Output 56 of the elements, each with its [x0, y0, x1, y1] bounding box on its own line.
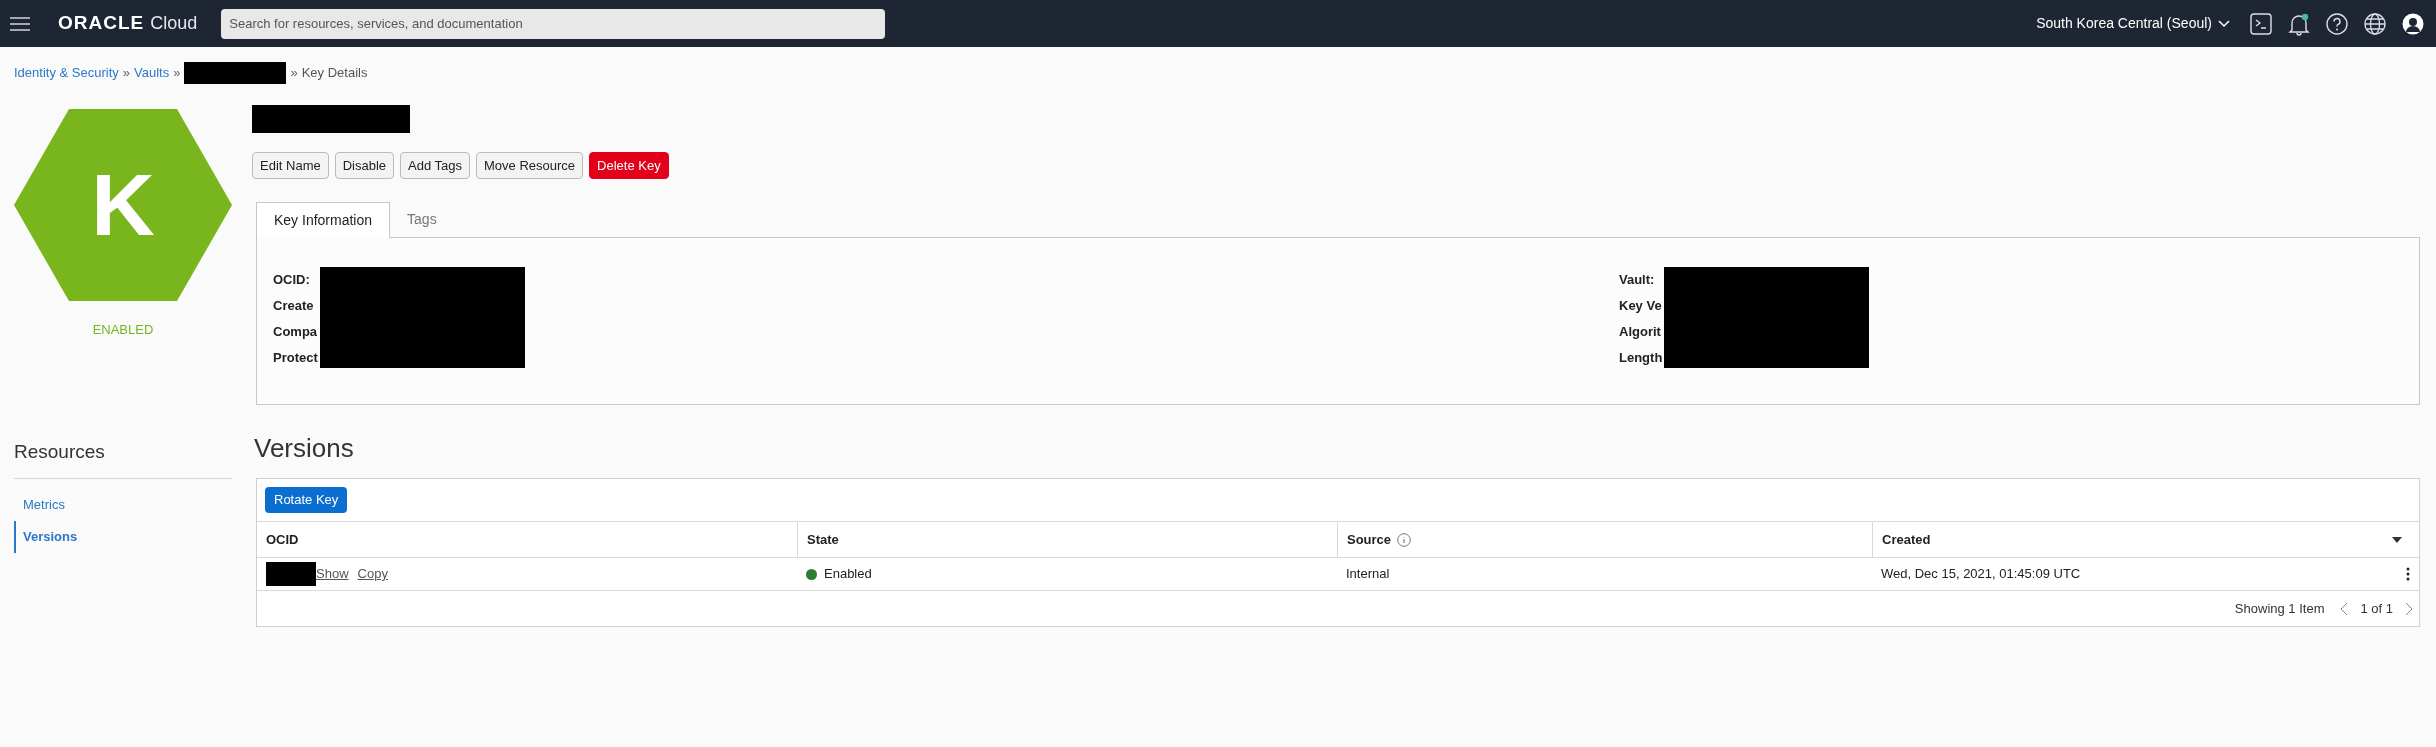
bell-icon[interactable] [2288, 11, 2310, 36]
resources-heading: Resources [14, 439, 106, 464]
sort-caret-icon[interactable] [2392, 536, 2402, 543]
info-label: Protect [273, 349, 318, 365]
breadcrumb-separator: » [173, 63, 181, 82]
tab[interactable]: Tags [390, 201, 454, 237]
rotate-key-button[interactable]: Rotate Key [265, 487, 348, 513]
action-button[interactable]: Add Tags [400, 152, 471, 179]
chevron-down-icon [2218, 19, 2230, 28]
info-label: Create [273, 297, 315, 313]
tab[interactable]: Key Information [256, 202, 391, 238]
info-icon[interactable] [1397, 532, 1412, 547]
info-label: Key Ve [1619, 297, 1663, 313]
breadcrumb-separator: » [122, 63, 130, 82]
column-header: State [797, 522, 1337, 557]
resource-link[interactable]: Metrics [14, 489, 232, 521]
item-count: Showing 1 Item [2234, 599, 2325, 618]
more-options-icon[interactable] [2406, 567, 2410, 581]
breadcrumb-link[interactable]: Identity & Security [14, 62, 119, 83]
action-button[interactable]: Move Resource [476, 152, 584, 179]
previous-page-icon[interactable] [2340, 601, 2349, 616]
info-label: Compa [273, 323, 318, 339]
breadcrumb-separator: » [290, 63, 298, 82]
column-header[interactable]: Created [1872, 522, 2419, 557]
info-label: Vault: [1619, 271, 1656, 287]
info-label: Algorit [1619, 323, 1662, 339]
action-button[interactable]: Delete Key [589, 152, 669, 179]
page-indicator: 1 of 1 [2360, 599, 2393, 618]
user-avatar-icon[interactable] [2402, 12, 2424, 35]
ocid-link[interactable]: Copy [357, 564, 388, 584]
terminal-icon[interactable] [2250, 12, 2272, 35]
next-page-icon[interactable] [2405, 601, 2413, 616]
help-icon[interactable] [2326, 12, 2348, 35]
search-field[interactable]: Search for resources, services, and documentation [221, 8, 886, 39]
globe-icon[interactable] [2364, 12, 2386, 35]
ocid-link[interactable]: Show [316, 564, 349, 584]
column-header: OCID [265, 530, 300, 549]
breadcrumb-current: Key Details [301, 63, 368, 82]
resource-link[interactable]: Versions [14, 521, 232, 553]
action-button[interactable]: Edit Name [252, 152, 329, 179]
info-label: Length [1619, 349, 1663, 365]
action-button[interactable]: Disable [334, 152, 395, 179]
versions-heading: Versions [254, 432, 355, 465]
breadcrumb-link[interactable]: Vaults [134, 62, 170, 83]
created-text: Wed, Dec 15, 2021, 01:45:09 UTC [1881, 565, 2081, 584]
logo-brand: ORACLE [58, 11, 145, 36]
redaction-bar [266, 562, 316, 586]
logo-product: Cloud [150, 12, 198, 36]
state-text: Enabled [824, 565, 872, 584]
region-selector[interactable]: South Korea Central (Seoul) [2036, 13, 2230, 34]
key-letter: K [90, 154, 156, 256]
info-label: OCID: [273, 271, 311, 287]
source-text: Internal [1346, 565, 1390, 584]
column-header: Source [1337, 522, 1872, 557]
key-status: ENABLED [92, 321, 154, 339]
menu-icon[interactable] [10, 16, 30, 31]
